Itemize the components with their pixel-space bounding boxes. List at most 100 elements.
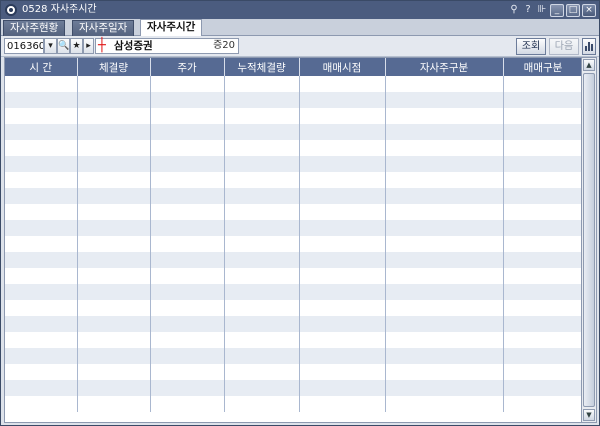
table-cell[interactable]: [299, 92, 386, 108]
table-cell[interactable]: [385, 364, 504, 380]
scroll-down-icon[interactable]: ▼: [583, 409, 595, 421]
maximize-button[interactable]: □: [566, 3, 580, 17]
chart-icon[interactable]: [582, 38, 596, 55]
table-cell[interactable]: [299, 108, 386, 124]
table-cell[interactable]: [77, 332, 151, 348]
table-cell[interactable]: [385, 252, 504, 268]
table-cell[interactable]: [299, 124, 386, 140]
table-cell[interactable]: [150, 284, 225, 300]
table-cell[interactable]: [5, 268, 78, 284]
table-cell[interactable]: [150, 140, 225, 156]
next-arrow-icon[interactable]: ▸: [83, 38, 94, 54]
table-cell[interactable]: [299, 252, 386, 268]
table-cell[interactable]: [299, 300, 386, 316]
search-icon[interactable]: 🔍: [57, 38, 70, 54]
menu-icon[interactable]: ⊪: [536, 3, 548, 17]
table-cell[interactable]: [299, 156, 386, 172]
table-cell[interactable]: [385, 316, 504, 332]
table-cell[interactable]: [224, 348, 300, 364]
table-cell[interactable]: [385, 108, 504, 124]
table-row[interactable]: [5, 284, 581, 300]
table-cell[interactable]: [503, 108, 581, 124]
column-header-price[interactable]: 주가: [150, 58, 225, 76]
table-cell[interactable]: [385, 76, 504, 92]
table-row[interactable]: [5, 300, 581, 316]
table-row[interactable]: [5, 204, 581, 220]
table-cell[interactable]: [224, 204, 300, 220]
table-cell[interactable]: [77, 396, 151, 412]
table-cell[interactable]: [299, 316, 386, 332]
table-cell[interactable]: [224, 332, 300, 348]
table-cell[interactable]: [224, 124, 300, 140]
table-cell[interactable]: [224, 188, 300, 204]
table-cell[interactable]: [224, 364, 300, 380]
table-cell[interactable]: [150, 188, 225, 204]
table-cell[interactable]: [224, 396, 300, 412]
table-cell[interactable]: [299, 268, 386, 284]
table-row[interactable]: [5, 76, 581, 92]
column-header-trade-timing[interactable]: 매매시점: [299, 58, 386, 76]
table-cell[interactable]: [5, 220, 78, 236]
help-icon[interactable]: ?: [522, 3, 534, 17]
table-cell[interactable]: [503, 300, 581, 316]
table-cell[interactable]: [150, 172, 225, 188]
table-cell[interactable]: [224, 108, 300, 124]
close-button[interactable]: ×: [582, 3, 596, 17]
table-cell[interactable]: [385, 268, 504, 284]
table-cell[interactable]: [5, 156, 78, 172]
table-cell[interactable]: [5, 364, 78, 380]
table-cell[interactable]: [5, 140, 78, 156]
table-cell[interactable]: [5, 316, 78, 332]
table-cell[interactable]: [299, 332, 386, 348]
table-cell[interactable]: [503, 124, 581, 140]
column-header-cumulative-volume[interactable]: 누적체결량: [224, 58, 300, 76]
table-cell[interactable]: [385, 236, 504, 252]
table-row[interactable]: [5, 236, 581, 252]
title-bar[interactable]: 0528 자사주시간 ⚲ ? ⊪ _ □ ×: [1, 1, 599, 19]
table-cell[interactable]: [299, 364, 386, 380]
star-icon[interactable]: ★: [70, 38, 83, 54]
table-cell[interactable]: [150, 92, 225, 108]
table-cell[interactable]: [5, 172, 78, 188]
query-button[interactable]: 조회: [516, 38, 546, 55]
table-cell[interactable]: [150, 380, 225, 396]
table-cell[interactable]: [503, 220, 581, 236]
table-cell[interactable]: [5, 380, 78, 396]
table-cell[interactable]: [299, 172, 386, 188]
table-cell[interactable]: [5, 252, 78, 268]
table-cell[interactable]: [5, 76, 78, 92]
table-cell[interactable]: [385, 380, 504, 396]
table-cell[interactable]: [503, 236, 581, 252]
table-row[interactable]: [5, 92, 581, 108]
table-cell[interactable]: [150, 332, 225, 348]
table-cell[interactable]: [503, 172, 581, 188]
table-cell[interactable]: [503, 252, 581, 268]
vertical-scrollbar[interactable]: ▲ ▼: [582, 57, 597, 423]
table-row[interactable]: [5, 396, 581, 412]
table-cell[interactable]: [385, 172, 504, 188]
table-cell[interactable]: [299, 188, 386, 204]
table-cell[interactable]: [77, 380, 151, 396]
scroll-thumb[interactable]: [583, 73, 595, 407]
table-row[interactable]: [5, 124, 581, 140]
table-cell[interactable]: [385, 284, 504, 300]
table-cell[interactable]: [77, 316, 151, 332]
table-cell[interactable]: [150, 316, 225, 332]
table-cell[interactable]: [299, 380, 386, 396]
table-cell[interactable]: [5, 284, 78, 300]
pin-icon[interactable]: ⚲: [508, 3, 520, 17]
table-cell[interactable]: [77, 188, 151, 204]
table-cell[interactable]: [77, 204, 151, 220]
table-cell[interactable]: [299, 76, 386, 92]
table-cell[interactable]: [5, 92, 78, 108]
table-cell[interactable]: [77, 220, 151, 236]
table-cell[interactable]: [77, 284, 151, 300]
table-cell[interactable]: [503, 140, 581, 156]
table-cell[interactable]: [150, 220, 225, 236]
column-header-trade-type[interactable]: 매매구분: [503, 58, 581, 76]
table-cell[interactable]: [224, 172, 300, 188]
table-row[interactable]: [5, 172, 581, 188]
table-cell[interactable]: [224, 236, 300, 252]
table-cell[interactable]: [503, 92, 581, 108]
table-cell[interactable]: [5, 108, 78, 124]
